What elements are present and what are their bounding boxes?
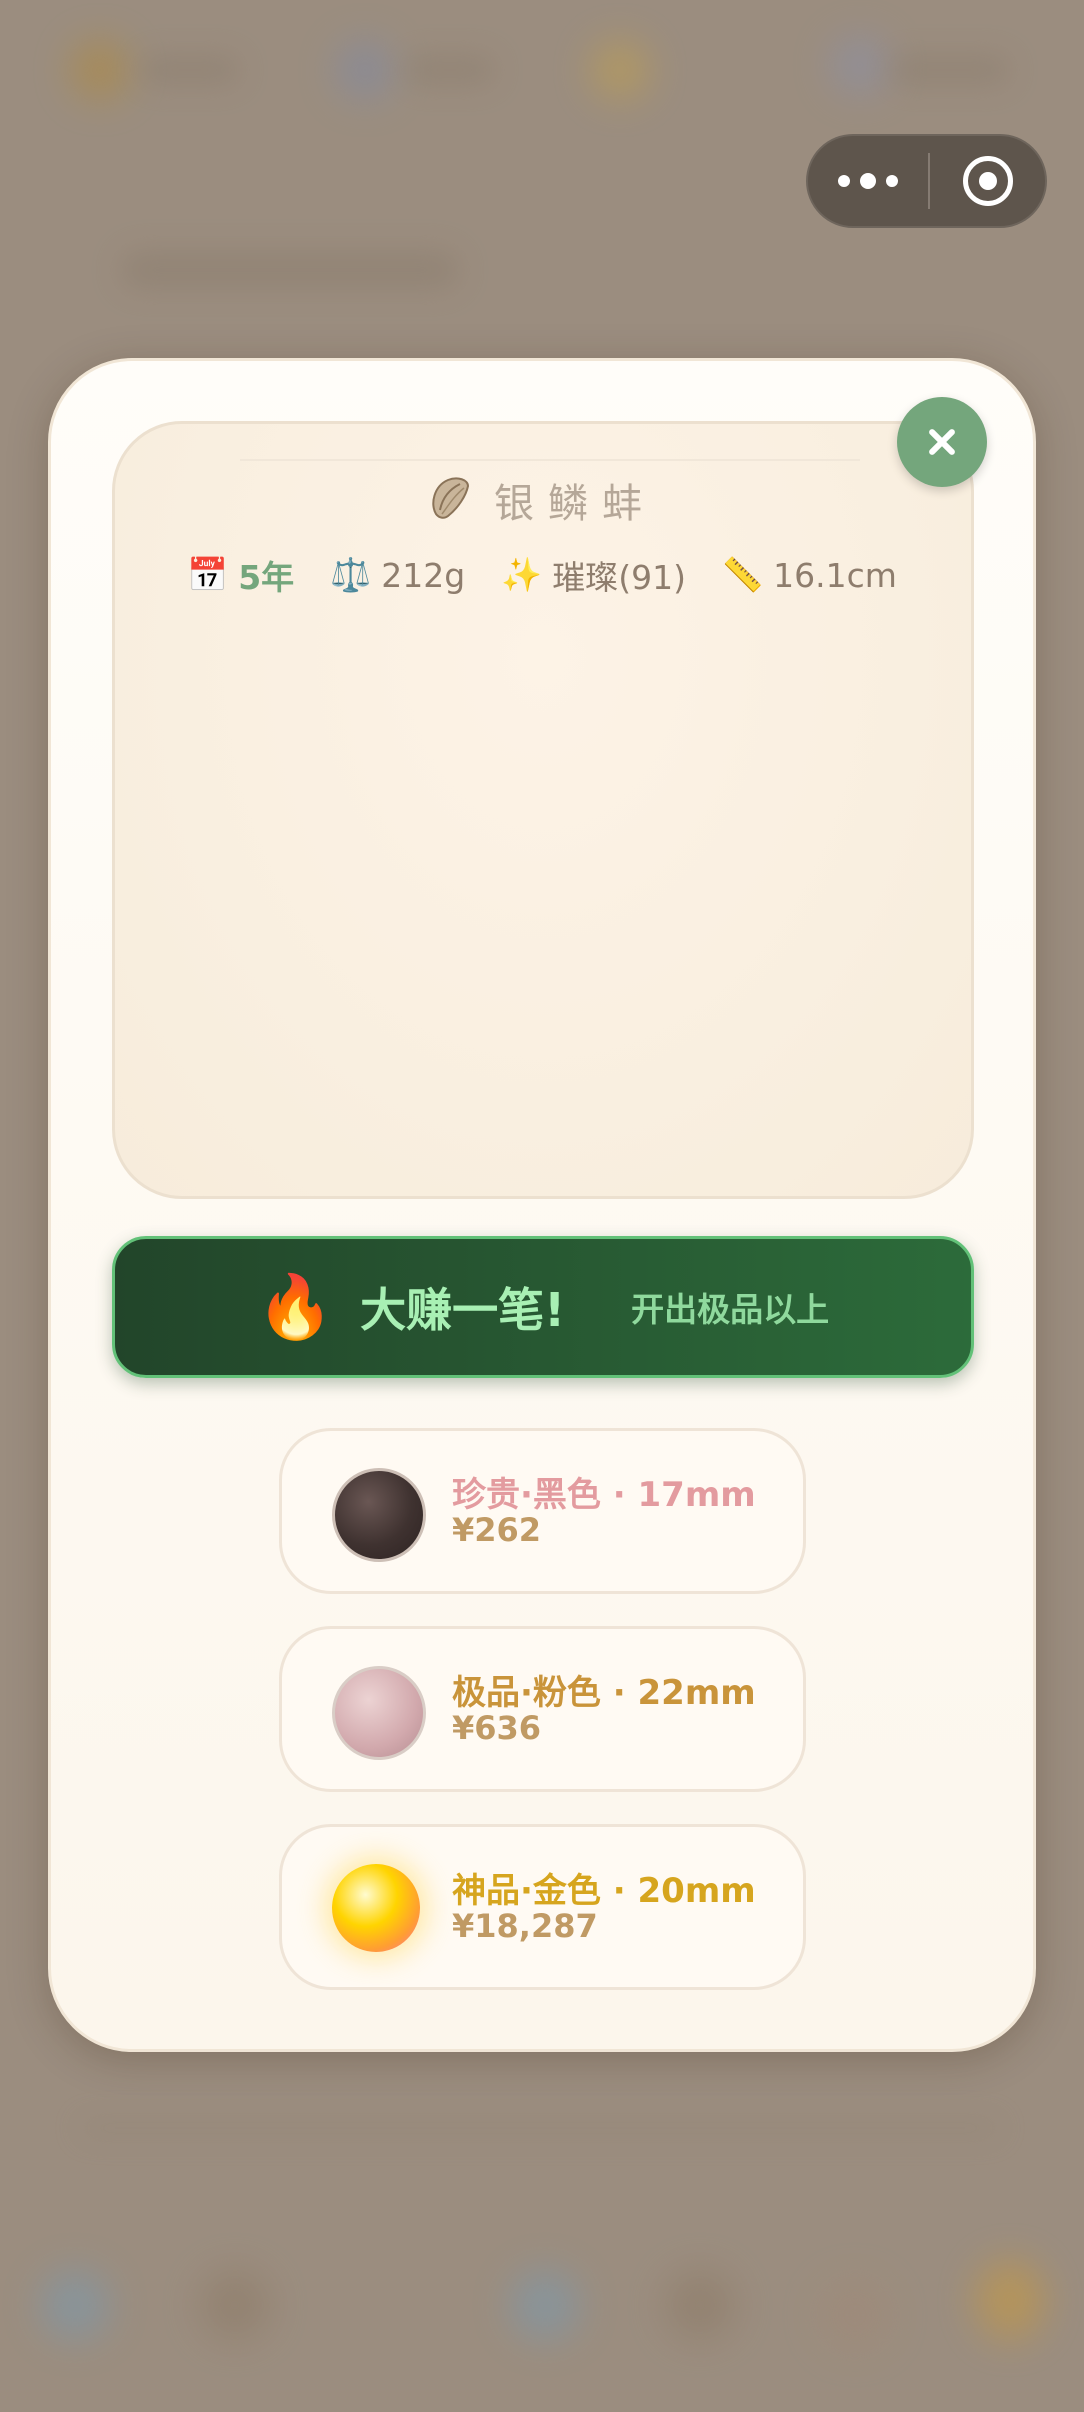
banner-title: 大赚一笔! — [360, 1283, 566, 1337]
result-banner: 🔥 大赚一笔! 开出极品以上 — [112, 1236, 974, 1378]
banner-subtitle: 开出极品以上 — [631, 1290, 830, 1329]
stat-luster-value: 璀璨(91) — [552, 558, 687, 597]
target-icon[interactable] — [930, 156, 1045, 206]
pearl-item: 珍贵·黑色 · 17mm ¥262 — [279, 1428, 806, 1594]
calendar-icon: 📅 — [187, 555, 229, 594]
gold-pearl-icon — [332, 1864, 420, 1952]
stat-length-value: 16.1cm — [773, 555, 897, 595]
stat-length: 📏 16.1cm — [722, 555, 897, 595]
pearl-price: ¥18,287 — [452, 1907, 598, 1945]
pearl-label: 神品·金色 · 20mm — [452, 1871, 756, 1911]
pearl-label: 极品·粉色 · 22mm — [452, 1673, 756, 1713]
pearl-price: ¥262 — [452, 1511, 542, 1549]
stat-luster: ✨ 璀璨(91) — [501, 551, 686, 599]
stat-age-value: 5年 — [238, 558, 295, 597]
pearl-price: ¥636 — [452, 1709, 542, 1747]
stat-weight: ⚖️ 212g — [330, 555, 465, 595]
black-pearl-icon — [332, 1468, 426, 1562]
fire-icon: 🔥 — [256, 1270, 335, 1343]
pearl-label: 珍贵·黑色 · 17mm — [452, 1475, 756, 1515]
oyster-name: 银鳞蚌 — [494, 481, 656, 527]
card-divider — [240, 459, 860, 461]
scale-icon: ⚖️ — [330, 555, 372, 594]
miniprogram-capsule — [806, 134, 1047, 228]
oyster-info-card — [112, 421, 974, 1199]
more-dots-icon[interactable] — [808, 136, 928, 226]
pearl-item: 极品·粉色 · 22mm ¥636 — [279, 1626, 806, 1792]
oyster-stats: 📅 5年 ⚖️ 212g ✨ 璀璨(91) 📏 16.1cm — [0, 548, 1084, 602]
ruler-icon: 📏 — [722, 555, 764, 594]
pink-pearl-icon — [332, 1666, 426, 1760]
stat-age: 📅 5年 — [187, 551, 294, 599]
sparkles-icon: ✨ — [501, 555, 543, 594]
stat-weight-value: 212g — [381, 555, 466, 595]
pearl-item: 神品·金色 · 20mm ¥18,287 — [279, 1824, 806, 1990]
close-icon — [927, 427, 957, 457]
close-button[interactable] — [897, 397, 987, 487]
oyster-icon — [428, 474, 472, 526]
